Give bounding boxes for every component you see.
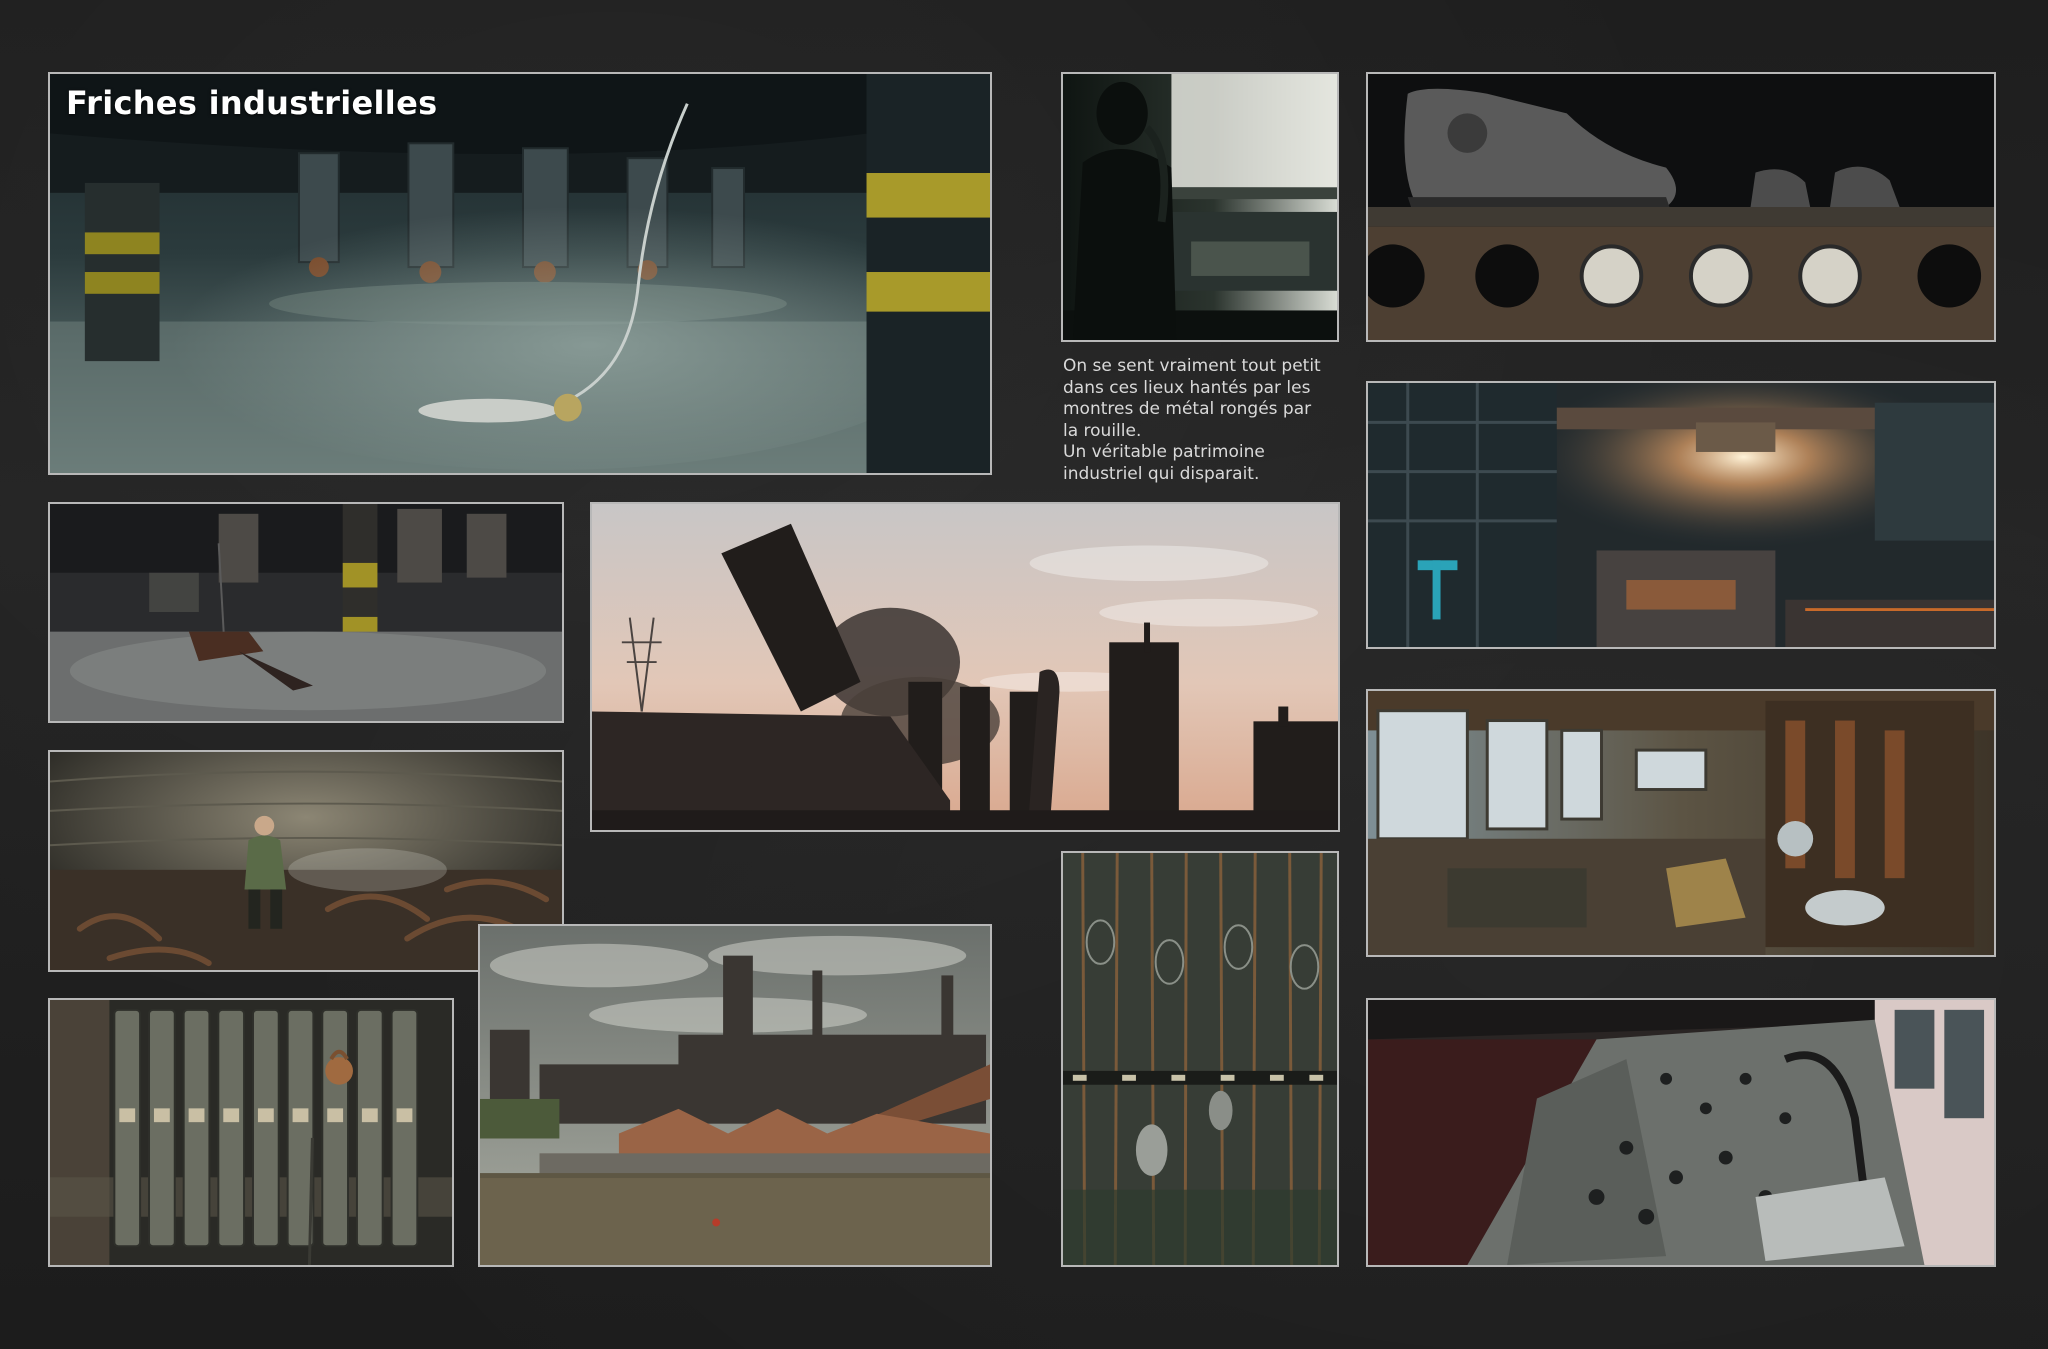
photo-locked-levers: [48, 998, 454, 1267]
hanging-chains-image: [1063, 853, 1337, 1265]
caption-line: industriel qui disparait.: [1063, 463, 1260, 484]
photo-steel-mill-crane: [1366, 381, 1996, 649]
boots-and-gauges-image: [1368, 74, 1994, 340]
photo-gas-mask-silhouette: [1061, 72, 1339, 342]
caption-line: la rouille.: [1063, 420, 1142, 441]
control-panel-image: [1368, 1000, 1994, 1265]
blast-furnace-hall-image: [50, 74, 990, 473]
locked-levers-image: [50, 1000, 452, 1265]
furnace-floor-toy-image: [50, 504, 562, 721]
photo-boots-and-gauges: [1366, 72, 1996, 342]
demolished-tower-image: [592, 504, 1338, 830]
photo-hanging-chains: [1061, 851, 1339, 1267]
steel-mill-crane-image: [1368, 383, 1994, 647]
mechanical-hall-image: [1368, 691, 1994, 955]
caption-line: dans ces lieux hantés par les: [1063, 377, 1311, 398]
caption-line: On se sent vraiment tout petit: [1063, 356, 1321, 376]
caption-line: montres de métal rongés par: [1063, 399, 1312, 419]
photo-blast-furnace-hall: Friches industrielles: [48, 72, 992, 475]
page-title: Friches industrielles: [66, 84, 438, 122]
photo-furnace-floor-toy: [48, 502, 564, 723]
photo-mechanical-hall: [1366, 689, 1996, 957]
gas-mask-silhouette-image: [1063, 74, 1337, 340]
photo-control-panel: [1366, 998, 1996, 1267]
photo-blast-furnace-river: [478, 924, 992, 1267]
caption-line: Un véritable patrimoine: [1063, 442, 1265, 462]
photo-demolished-tower: [590, 502, 1340, 832]
photo-collage: Friches industrielles On se sent vraimen…: [0, 0, 2048, 1349]
blast-furnace-river-image: [480, 926, 990, 1265]
caption-text: On se sent vraiment tout petit dans ces …: [1063, 356, 1353, 485]
